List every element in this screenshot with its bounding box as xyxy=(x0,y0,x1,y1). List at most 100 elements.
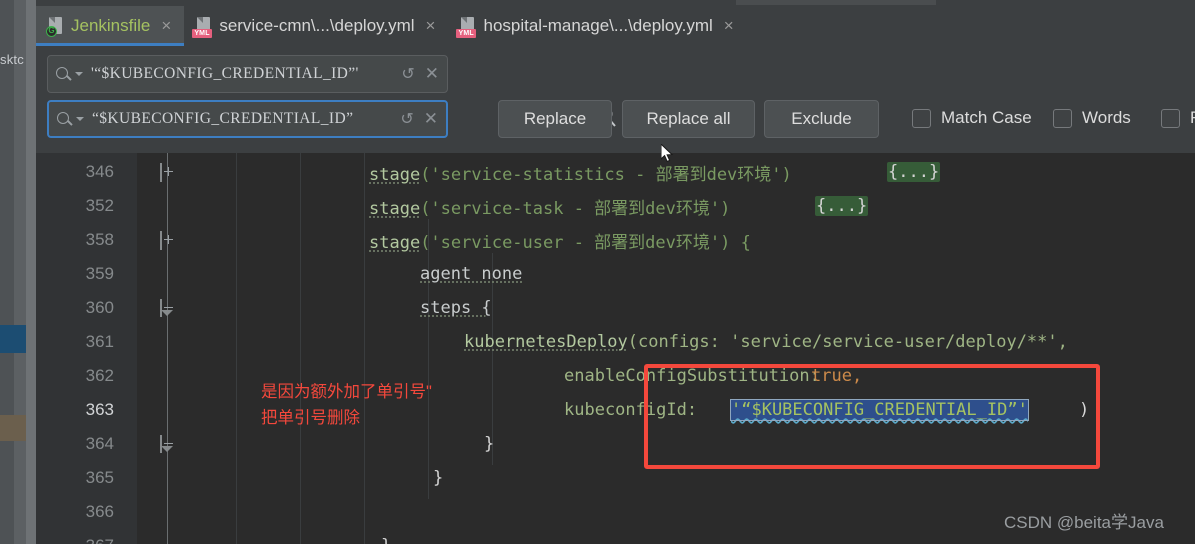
code-brace: } xyxy=(484,434,494,454)
table-row[interactable]: 352 stage('service-task - 部署到dev环境') {..… xyxy=(36,189,1195,223)
line-number: 361 xyxy=(36,332,114,352)
yml-file-icon: YML xyxy=(459,17,476,36)
checkbox-label: Regex xyxy=(1190,108,1195,128)
line-number: 346 xyxy=(36,162,114,182)
groovy-badge: G xyxy=(46,26,57,37)
ide-window: sktc G Jenkinsfile × YML service-cmn\... xyxy=(0,0,1195,544)
tab-service-cmn-deploy[interactable]: YML service-cmn\...\deploy.yml × xyxy=(184,6,448,46)
code-function: stage xyxy=(369,165,420,185)
annotation-text-line2: 把单引号删除 xyxy=(261,406,360,431)
code-paren: ) xyxy=(1079,400,1089,420)
line-number: 358 xyxy=(36,230,114,250)
line-number: 363 xyxy=(36,400,114,420)
search-history-icon[interactable]: ↺ xyxy=(401,64,414,84)
table-row[interactable]: 359 agent none xyxy=(36,257,1195,291)
checkbox-box[interactable] xyxy=(1053,109,1072,128)
replace-history-icon[interactable]: ↺ xyxy=(400,109,413,129)
code-args: (configs: 'service/service-user/deploy/*… xyxy=(628,332,1068,352)
line-number: 360 xyxy=(36,298,114,318)
close-icon[interactable]: × xyxy=(724,16,734,36)
desktop-blue-marker xyxy=(0,325,26,353)
close-icon[interactable]: × xyxy=(161,16,171,36)
tab-label: Jenkinsfile xyxy=(71,16,150,36)
tab-strip: G Jenkinsfile × YML service-cmn\...\depl… xyxy=(36,6,747,46)
table-row[interactable]: 360 steps { xyxy=(36,291,1195,325)
search-clear-icon[interactable]: ✕ xyxy=(425,64,439,84)
desktop-dark-band xyxy=(0,0,14,544)
yml-badge: YML xyxy=(192,29,211,38)
exclude-button[interactable]: Exclude xyxy=(764,100,879,138)
replace-clear-icon[interactable]: ✕ xyxy=(424,109,438,129)
window-top-strip xyxy=(736,0,936,5)
tab-label: service-cmn\...\deploy.yml xyxy=(219,16,414,36)
watermark: CSDN @beita学Java xyxy=(1004,508,1164,533)
regex-checkbox[interactable]: Regex xyxy=(1161,108,1195,128)
checkbox-label: Match Case xyxy=(941,108,1032,128)
tab-jenkinsfile[interactable]: G Jenkinsfile × xyxy=(36,6,184,46)
code-line: stage('service-task - 部署到dev环境') xyxy=(369,194,730,219)
line-number: 365 xyxy=(36,468,114,488)
search-input-value[interactable]: '“$KUBECONFIG_CREDENTIAL_ID”' xyxy=(91,65,397,83)
table-row[interactable]: 361 kubernetesDeploy(configs: 'service/s… xyxy=(36,325,1195,359)
folded-block-placeholder[interactable]: {...} xyxy=(815,196,868,216)
code-line: agent none xyxy=(420,264,522,284)
close-icon[interactable]: × xyxy=(426,16,436,36)
find-replace-panel: '“$KUBECONFIG_CREDENTIAL_ID”' ↺ ✕ “$KUBE… xyxy=(36,46,1195,153)
desktop-background-strip: sktc xyxy=(0,0,36,544)
table-row[interactable]: 364 } xyxy=(36,427,1195,461)
replace-button[interactable]: Replace xyxy=(498,100,612,138)
annotation-text-line1: 是因为额外加了单引号" xyxy=(261,380,432,405)
code-function: kubernetesDeploy xyxy=(464,332,628,352)
text-caret xyxy=(646,388,648,416)
yml-badge: YML xyxy=(456,29,475,38)
table-row[interactable]: 365 } xyxy=(36,461,1195,495)
code-function: stage xyxy=(369,199,420,219)
code-args: ('service-user - 部署到dev环境') { xyxy=(420,233,751,253)
code-line: steps { xyxy=(420,298,492,318)
line-number: 359 xyxy=(36,264,114,284)
words-checkbox[interactable]: Words xyxy=(1053,108,1131,128)
table-row[interactable]: 363 kubeconfigId: '“$KUBECONFIG_CREDENTI… xyxy=(36,393,1195,427)
replace-input-value[interactable]: “$KUBECONFIG_CREDENTIAL_ID” xyxy=(92,110,396,128)
line-number: 367 xyxy=(36,536,114,544)
code-args: ('service-statistics - 部署到dev环境') xyxy=(420,165,792,185)
code-property: enableConfigSubstitution: xyxy=(564,366,820,386)
yml-file-icon: YML xyxy=(195,17,212,36)
code-args: ('service-task - 部署到dev环境') xyxy=(420,199,730,219)
code-brace: } xyxy=(381,536,391,544)
mouse-cursor xyxy=(661,144,675,164)
match-case-checkbox[interactable]: Match Case xyxy=(912,108,1032,128)
fold-expand-icon[interactable] xyxy=(160,164,175,179)
table-row[interactable]: 346 stage('service-statistics - 部署到dev环境… xyxy=(36,155,1195,189)
code-editor[interactable]: 346 stage('service-statistics - 部署到dev环境… xyxy=(36,153,1195,544)
selected-text-occurrence[interactable]: '“$KUBECONFIG_CREDENTIAL_ID”' xyxy=(731,400,1028,420)
code-line: kubernetesDeploy(configs: 'service/servi… xyxy=(464,332,1068,352)
code-property: kubeconfigId: xyxy=(564,400,697,420)
desktop-tan-marker xyxy=(0,415,26,441)
search-icon xyxy=(56,66,73,83)
chevron-down-icon[interactable] xyxy=(75,72,83,76)
table-row[interactable]: 362 enableConfigSubstitution: true, xyxy=(36,359,1195,393)
groovy-file-icon: G xyxy=(47,17,64,36)
replace-field[interactable]: “$KUBECONFIG_CREDENTIAL_ID” ↺ ✕ xyxy=(47,100,448,138)
line-number: 366 xyxy=(36,502,114,522)
search-field[interactable]: '“$KUBECONFIG_CREDENTIAL_ID”' ↺ ✕ xyxy=(47,55,448,93)
line-number: 364 xyxy=(36,434,114,454)
table-row[interactable]: 358 stage('service-user - 部署到dev环境') { xyxy=(36,223,1195,257)
code-function: stage xyxy=(369,233,420,253)
code-value: true, xyxy=(811,366,862,386)
search-icon xyxy=(57,111,74,128)
replace-all-button[interactable]: Replace all xyxy=(622,100,755,138)
checkbox-box[interactable] xyxy=(1161,109,1180,128)
code-line: stage('service-statistics - 部署到dev环境') xyxy=(369,160,792,185)
code-brace: } xyxy=(433,468,443,488)
desktop-edge-band xyxy=(26,0,36,544)
checkbox-box[interactable] xyxy=(912,109,931,128)
checkbox-label: Words xyxy=(1082,108,1131,128)
tab-hospital-manage-deploy[interactable]: YML hospital-manage\...\deploy.yml × xyxy=(448,6,746,46)
code-line: stage('service-user - 部署到dev环境') { xyxy=(369,228,751,253)
folded-block-placeholder[interactable]: {...} xyxy=(887,162,940,182)
line-number: 362 xyxy=(36,366,114,386)
line-number: 352 xyxy=(36,196,114,216)
chevron-down-icon[interactable] xyxy=(76,117,84,121)
